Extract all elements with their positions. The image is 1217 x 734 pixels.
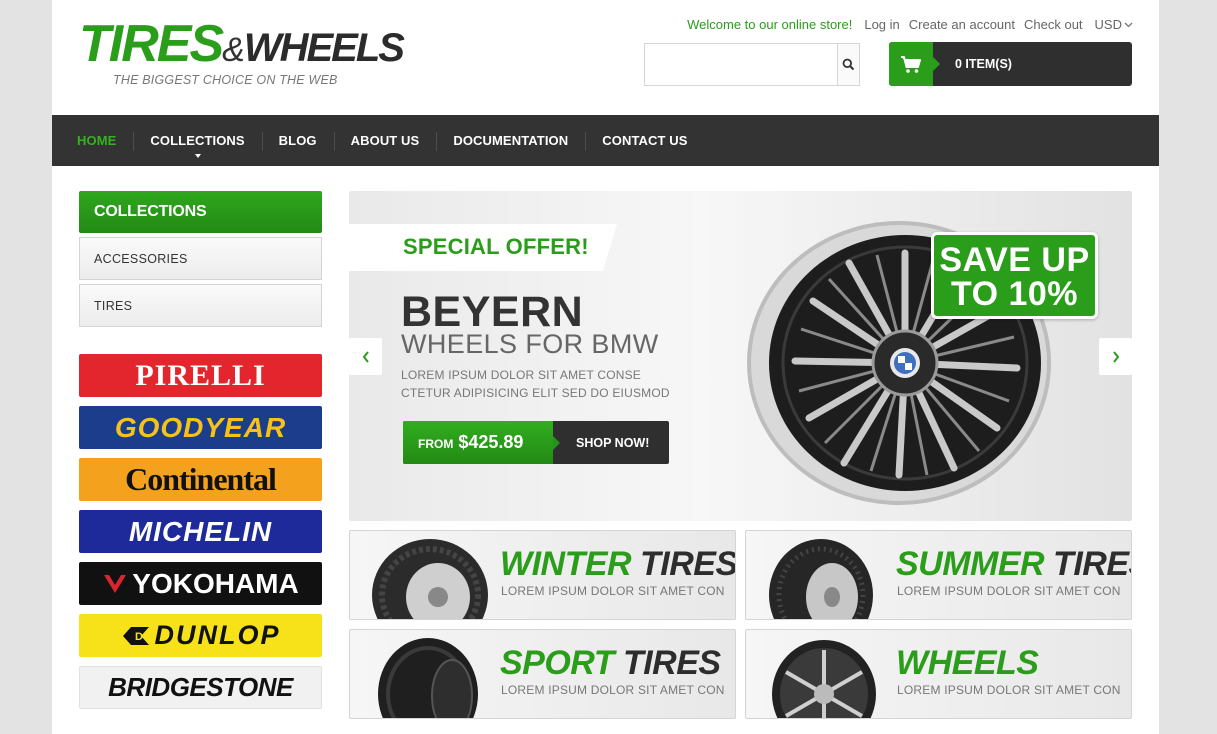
tile-description: LOREM IPSUM DOLOR SIT AMET CON [501,683,725,697]
checkout-link[interactable]: Check out [1024,17,1083,32]
logo-word-wheels: WHEELS [243,26,405,70]
special-offer-banner: SPECIAL OFFER! [349,224,617,271]
shop-now-button[interactable]: FROM $425.89 SHOP NOW! [403,421,669,464]
page: TIRES&WHEELS THE BIGGEST CHOICE ON THE W… [52,0,1159,734]
nav-item-label: COLLECTIONS [150,133,245,148]
slide-subtitle: WHEELS FOR BMW [401,329,659,359]
nav-item-contact-us[interactable]: CONTACT US [585,115,704,166]
search-icon [842,58,855,71]
brand-logo-goodyear[interactable]: GOODYEAR [79,406,322,449]
logo-tagline: THE BIGGEST CHOICE ON THE WEB [113,73,338,87]
nav-item-home[interactable]: HOME [60,115,133,166]
price-tag: FROM $425.89 [403,421,560,464]
brand-logo-pirelli[interactable]: PIRELLI [79,354,322,397]
save-badge-line-1: SAVE UP [939,241,1090,279]
chevron-down-icon [1124,22,1133,27]
tile-title-green: SUMMER [896,545,1045,583]
tile-title-green: WINTER [500,545,632,583]
category-tile-summer-tires[interactable]: SUMMER TIRES LOREM IPSUM DOLOR SIT AMET … [745,530,1132,620]
search-input[interactable] [645,44,837,85]
tile-title-green: WHEELS [896,644,1039,682]
currency-selector[interactable]: USD [1095,17,1133,32]
sidebar-item-accessories[interactable]: ACCESSORIES [79,237,322,280]
brand-logo-dunlop[interactable]: D DUNLOP [79,614,322,657]
tile-title-dark: TIRES [1053,545,1131,583]
yokohama-mark-icon [104,574,127,593]
top-links: Welcome to our online store! Log in Crea… [687,17,1133,32]
chevron-left-icon [362,350,369,363]
brand-logo-yokohama[interactable]: YOKOHAMA [79,562,322,605]
slider-next-button[interactable] [1099,338,1132,375]
slide-text-line-2: CTETUR ADIPISICING ELIT SED DO EIUSMOD [401,386,670,400]
currency-label: USD [1094,17,1122,32]
login-link[interactable]: Log in [864,17,899,32]
chevron-right-icon [1112,350,1119,363]
nav-item-blog[interactable]: BLOG [261,115,334,166]
nav-item-documentation[interactable]: DOCUMENTATION [436,115,585,166]
brand-logo-michelin[interactable]: MICHELIN [79,510,322,553]
slider-prev-button[interactable] [349,338,382,375]
site-logo[interactable]: TIRES&WHEELS THE BIGGEST CHOICE ON THE W… [79,15,405,90]
cart-count: 0 ITEM(S) [955,57,1012,71]
logo-word-tires: TIRES [79,15,224,73]
hero-slider: SPECIAL OFFER! BEYERN WHEELS FOR BMW LOR… [349,191,1132,521]
tile-description: LOREM IPSUM DOLOR SIT AMET CON [501,584,725,598]
category-tile-wheels[interactable]: WHEELS LOREM IPSUM DOLOR SIT AMET CON [745,629,1132,719]
wheel-image [772,640,876,718]
shop-now-label: SHOP NOW! [576,435,650,450]
tile-title-green: SPORT [500,644,615,682]
summer-tire-image [769,539,873,619]
cart-icon [901,55,921,73]
search-bar [644,43,860,86]
nav-item-collections[interactable]: COLLECTIONS [133,115,261,166]
logo-ampersand: & [222,31,245,69]
sport-tire-image [378,638,478,718]
search-button[interactable] [837,44,859,85]
dunlop-mark-icon: D [122,626,149,645]
nav-item-about-us[interactable]: ABOUT US [333,115,437,166]
svg-text:D: D [135,631,143,643]
cart-button[interactable]: 0 ITEM(S) [889,42,1132,86]
create-account-link[interactable]: Create an account [909,17,1015,32]
save-badge: SAVE UP TO 10% [931,232,1098,319]
caret-down-icon [194,154,201,158]
tile-description: LOREM IPSUM DOLOR SIT AMET CON [897,584,1121,598]
category-tile-winter-tires[interactable]: WINTER TIRES LOREM IPSUM DOLOR SIT AMET … [349,530,736,620]
tile-title-dark: TIRES [631,545,736,583]
winter-tire-image [372,539,488,619]
brand-logo-continental[interactable]: Continental [79,458,322,501]
price-amount: $425.89 [458,432,524,452]
save-badge-line-2: TO 10% [950,275,1079,313]
price-from-label: FROM [418,437,454,451]
welcome-message: Welcome to our online store! [687,17,853,32]
sidebar-item-tires[interactable]: TIRES [79,284,322,327]
special-offer-label: SPECIAL OFFER! [403,234,589,259]
category-tile-sport-tires[interactable]: SPORT TIRES LOREM IPSUM DOLOR SIT AMET C… [349,629,736,719]
tile-description: LOREM IPSUM DOLOR SIT AMET CON [897,683,1121,697]
slide-text-line-1: LOREM IPSUM DOLOR SIT AMET CONSE [401,368,642,382]
brand-logo-bridgestone[interactable]: BRIDGESTONE [79,666,322,709]
sidebar-heading: COLLECTIONS [79,191,322,233]
tile-title-dark: TIRES [614,644,721,682]
main-nav: HOME COLLECTIONS BLOG ABOUT US DOCUMENTA… [52,115,1159,166]
